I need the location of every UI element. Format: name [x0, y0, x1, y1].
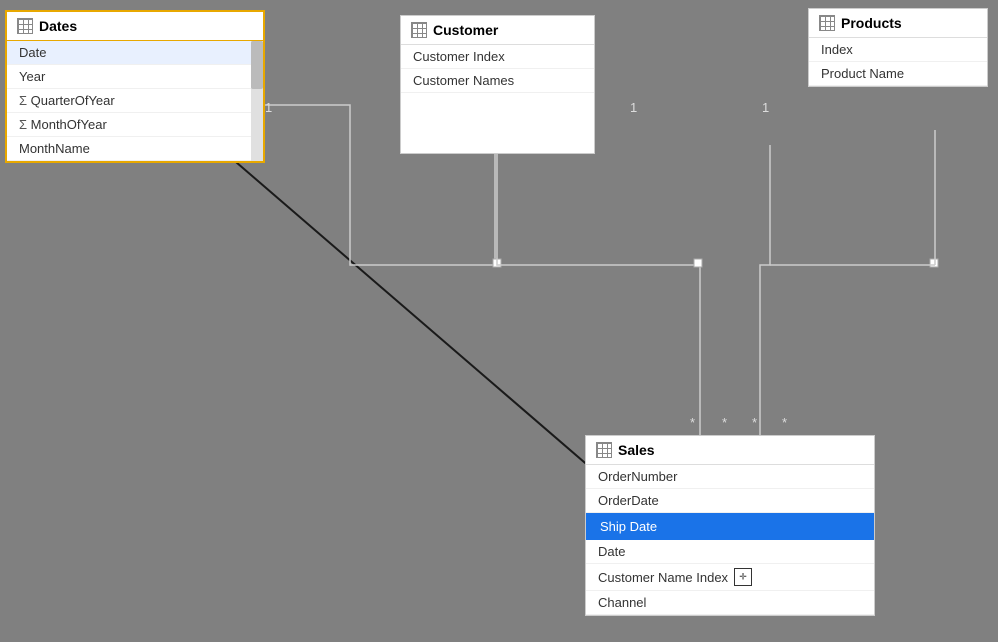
customer-card: Customer Customer Index Customer Names [400, 15, 595, 154]
products-header: Products [809, 9, 987, 38]
dates-card: Dates Date Year QuarterOfYear MonthOfYea… [5, 10, 265, 163]
customer-index-row[interactable]: Customer Index [401, 45, 594, 69]
sales-ordernumber-row[interactable]: OrderNumber [586, 465, 874, 489]
dates-monthofyear-row[interactable]: MonthOfYear [7, 113, 263, 137]
customer-grid-icon [411, 22, 427, 38]
sales-orderdate-field: OrderDate [598, 493, 659, 508]
sales-customernameindex-field: Customer Name Index [598, 570, 728, 585]
sales-ordernumber-field: OrderNumber [598, 469, 677, 484]
dates-monthname-row[interactable]: MonthName [7, 137, 263, 161]
products-grid-icon [819, 15, 835, 31]
drag-cursor-icon: ✛ [734, 568, 752, 586]
dates-monthofyear-field: MonthOfYear [31, 117, 107, 132]
dates-quarterofyear-row[interactable]: QuarterOfYear [7, 89, 263, 113]
sales-shipdate-field: Ship Date [600, 519, 657, 534]
sales-shipdate-row[interactable]: Ship Date [586, 513, 874, 540]
dates-scrollbar[interactable] [251, 41, 263, 161]
dates-monthname-field: MonthName [19, 141, 90, 156]
dates-year-field: Year [19, 69, 45, 84]
customer-index-field: Customer Index [413, 49, 505, 64]
relation-label-star-1: * [690, 415, 695, 430]
dates-year-row[interactable]: Year [7, 65, 263, 89]
dates-header: Dates [7, 12, 263, 41]
products-index-row[interactable]: Index [809, 38, 987, 62]
customer-body: Customer Index Customer Names [401, 45, 594, 153]
dates-scrollbar-thumb [251, 41, 263, 89]
relation-label-star-4: * [782, 415, 787, 430]
dates-date-row[interactable]: Date [7, 41, 263, 65]
relation-label-star-3: * [752, 415, 757, 430]
dates-quarterofyear-field: QuarterOfYear [31, 93, 115, 108]
customer-title: Customer [433, 22, 498, 38]
products-title: Products [841, 15, 902, 31]
products-name-row[interactable]: Product Name [809, 62, 987, 86]
sales-channel-field: Channel [598, 595, 646, 610]
relation-label-star-2: * [722, 415, 727, 430]
relation-label-1-dates: 1 [265, 100, 272, 115]
relation-label-1-customer-left: 1 [630, 100, 637, 115]
products-body: Index Product Name [809, 38, 987, 86]
dates-date-field: Date [19, 45, 46, 60]
sales-header: Sales [586, 436, 874, 465]
products-index-field: Index [821, 42, 853, 57]
sales-orderdate-row[interactable]: OrderDate [586, 489, 874, 513]
customer-header: Customer [401, 16, 594, 45]
dates-grid-icon [17, 18, 33, 34]
sales-card: Sales OrderNumber OrderDate Ship Date Da… [585, 435, 875, 616]
products-card: Products Index Product Name [808, 8, 988, 87]
products-name-field: Product Name [821, 66, 904, 81]
sales-customernameindex-row[interactable]: Customer Name Index ✛ [586, 564, 874, 591]
sales-grid-icon [596, 442, 612, 458]
sales-date-field: Date [598, 544, 625, 559]
sales-title: Sales [618, 442, 655, 458]
customer-empty-space [401, 93, 594, 153]
dates-title: Dates [39, 18, 77, 34]
customer-names-row[interactable]: Customer Names [401, 69, 594, 93]
sales-channel-row[interactable]: Channel [586, 591, 874, 615]
relation-label-1-customer-right: 1 [762, 100, 769, 115]
sales-date-row[interactable]: Date [586, 540, 874, 564]
sales-body: OrderNumber OrderDate Ship Date Date Cus… [586, 465, 874, 615]
customer-names-field: Customer Names [413, 73, 514, 88]
